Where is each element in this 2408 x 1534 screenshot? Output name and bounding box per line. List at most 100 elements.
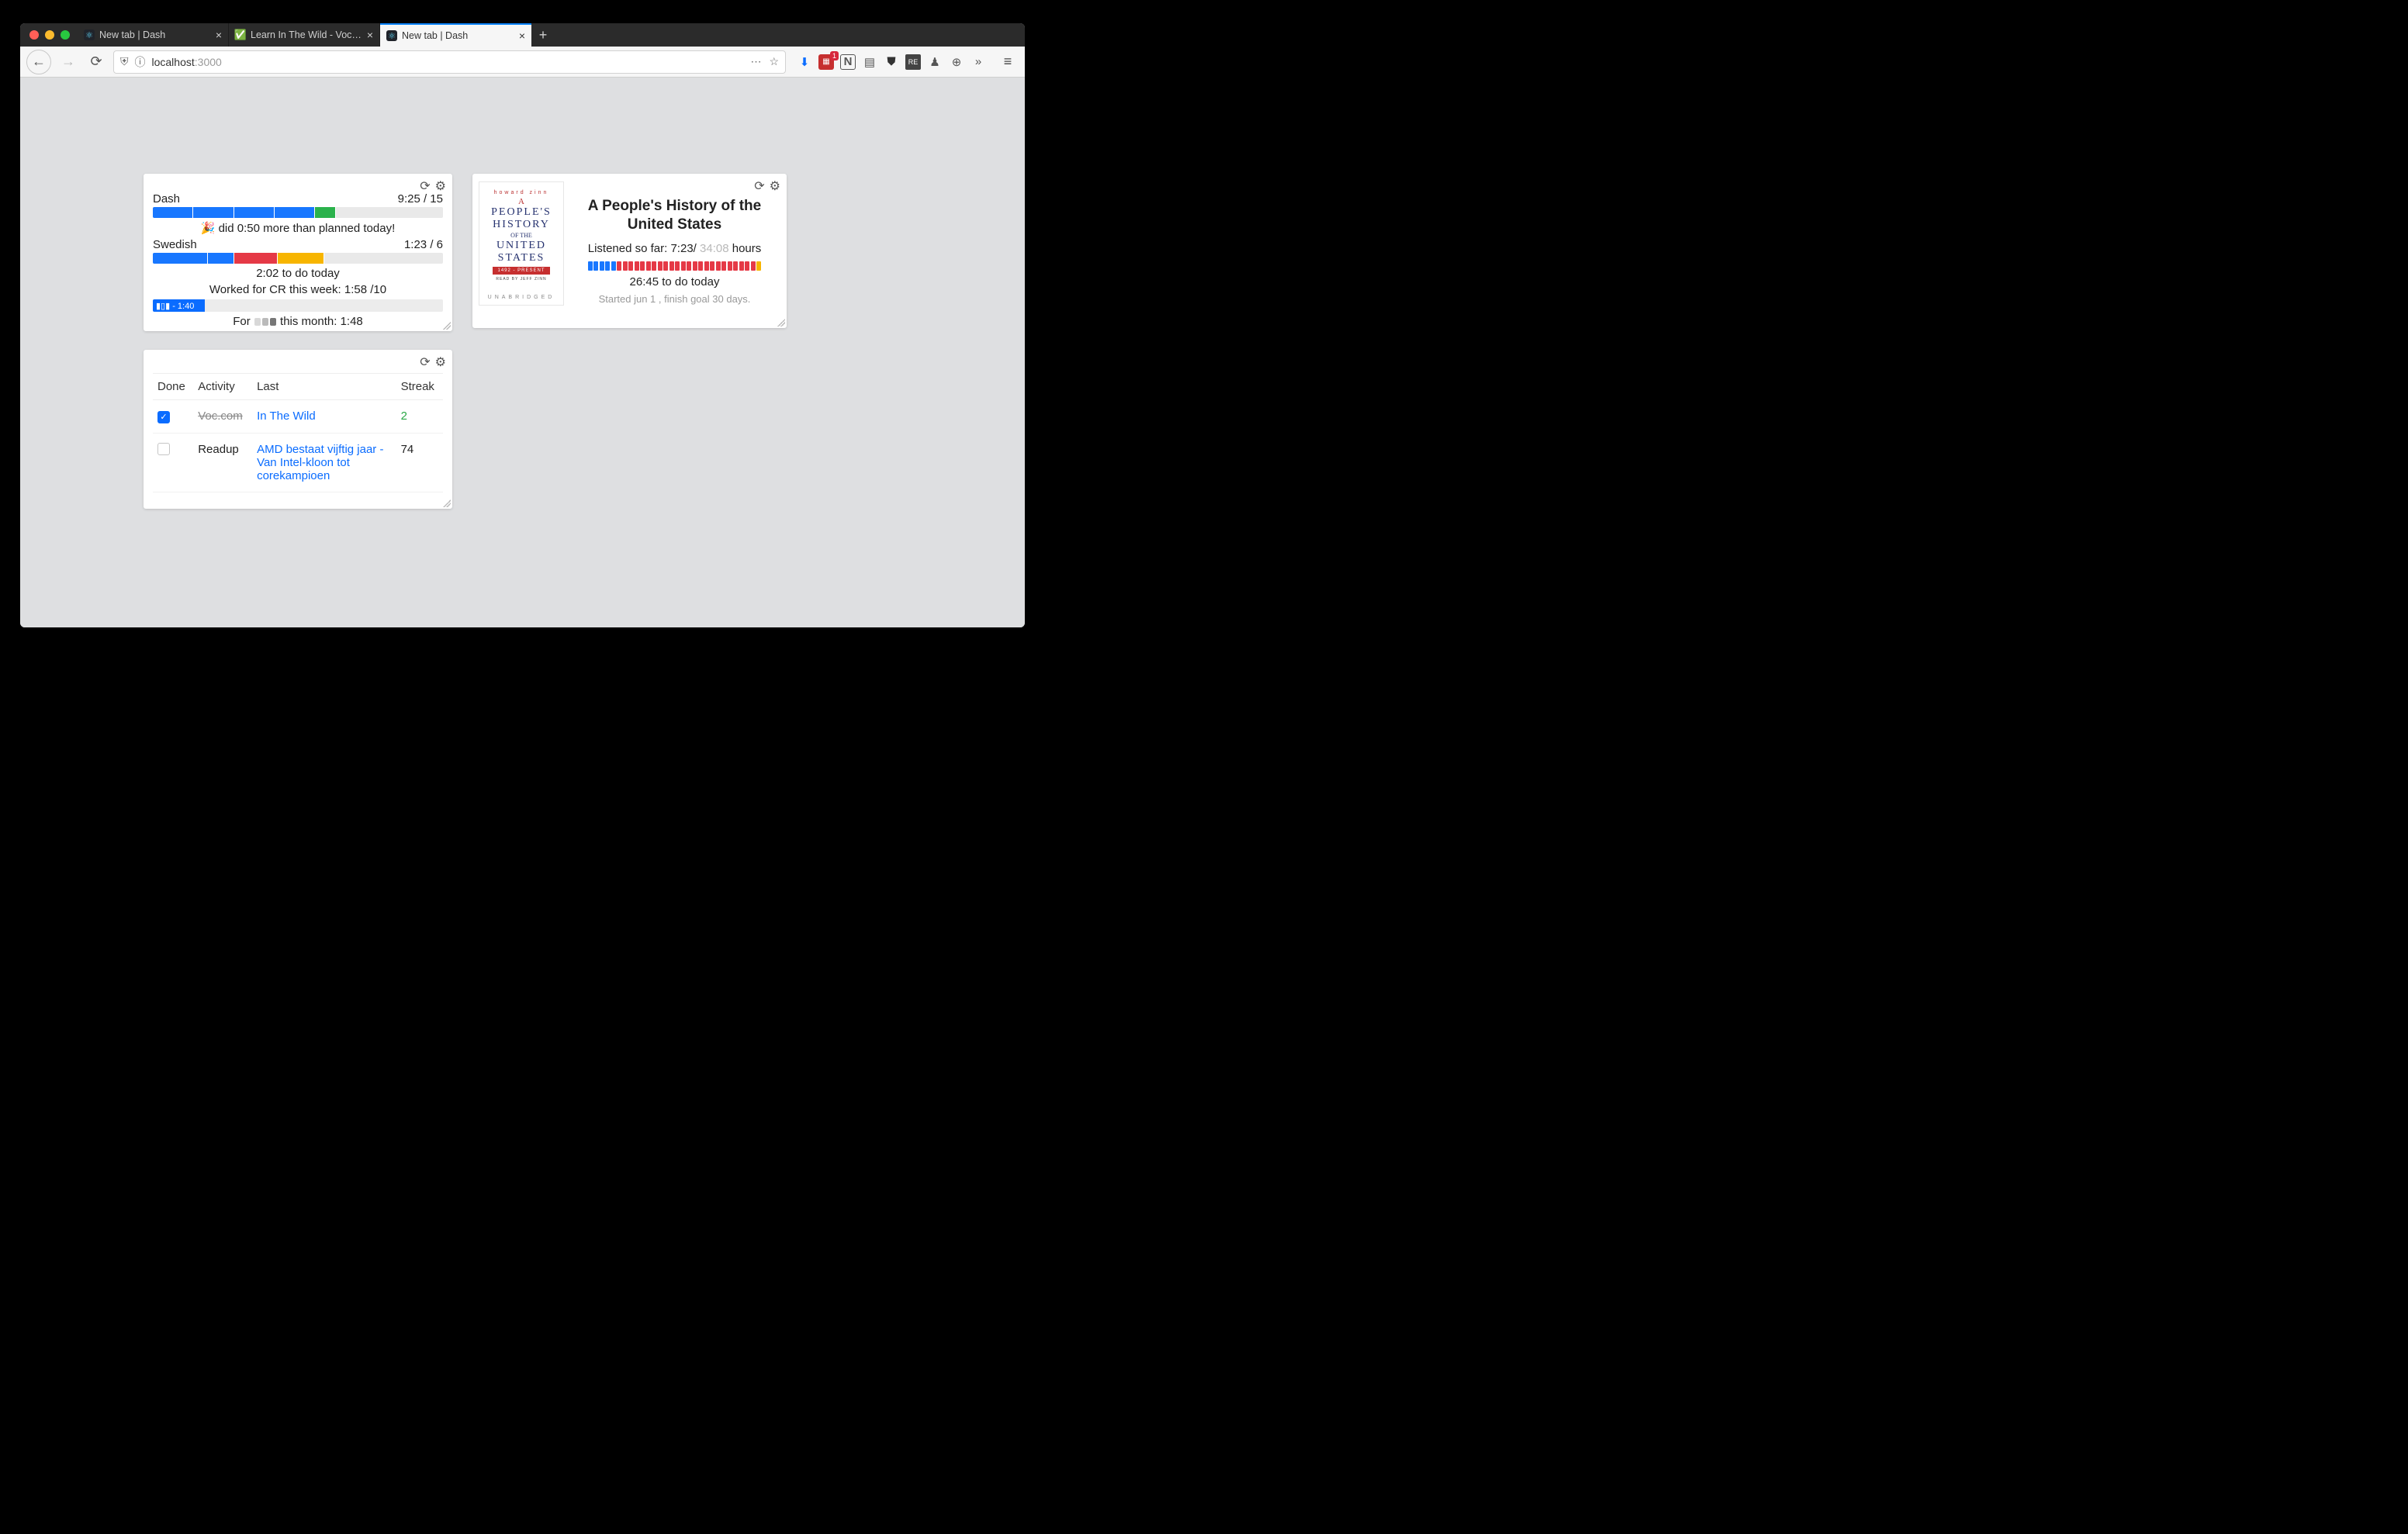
overflow-icon[interactable]: »: [970, 54, 986, 70]
reload-button[interactable]: ⟳: [85, 51, 107, 73]
listened-line: Listened so far: 7:23/ 34:08 hours: [572, 242, 777, 255]
last-cell: In The Wild: [252, 400, 396, 434]
book-title: A People's History of the United States: [572, 197, 777, 234]
progress-segment: [275, 207, 315, 218]
new-tab-button[interactable]: +: [531, 23, 555, 47]
last-link[interactable]: In The Wild: [257, 409, 316, 423]
refresh-icon[interactable]: ⟳: [420, 354, 430, 370]
ublock-icon[interactable]: ⛊: [884, 54, 899, 70]
audiobook-card: ⟳ ⚙ howard zinn A PEOPLE'S HISTORY OF TH…: [472, 174, 787, 328]
progress-segment: [278, 253, 324, 264]
info-icon: ⓘ: [135, 54, 146, 70]
book-todo: 26:45 to do today: [572, 275, 777, 288]
progress-segment: [716, 261, 721, 271]
resize-handle[interactable]: [443, 322, 451, 330]
tracker-value: 1:23 / 6: [404, 238, 443, 251]
tab-title: Learn In The Wild - Vocabulary: [251, 29, 362, 40]
tracker-row-header: Dash9:25 / 15: [153, 192, 443, 206]
week-progress-bar: ▮▯▮ - 1:40: [153, 299, 443, 312]
forward-button[interactable]: →: [57, 51, 79, 73]
col-last: Last: [252, 374, 396, 400]
gear-icon[interactable]: ⚙: [435, 354, 446, 370]
progress-segment: [704, 261, 709, 271]
refresh-icon[interactable]: ⟳: [420, 178, 430, 194]
browser-tab-3-active[interactable]: ⚛ New tab | Dash ×: [380, 23, 531, 47]
extension-icon[interactable]: ▦1: [818, 54, 834, 70]
extension-icon[interactable]: ▤: [862, 54, 877, 70]
tracker-label: Swedish: [153, 238, 197, 251]
notion-icon[interactable]: N: [840, 54, 856, 70]
streak-cell: 2: [396, 400, 443, 434]
col-activity: Activity: [193, 374, 252, 400]
last-link[interactable]: AMD bestaat vijftig jaar - Van Intel-klo…: [257, 443, 383, 482]
hamburger-menu-button[interactable]: ≡: [997, 54, 1019, 70]
progress-segment: [693, 261, 697, 271]
progress-segment: [745, 261, 749, 271]
tab-close-button[interactable]: ×: [216, 29, 222, 40]
done-checkbox[interactable]: ✓: [157, 411, 170, 423]
check-icon: ✅: [235, 29, 246, 40]
resize-handle[interactable]: [443, 499, 451, 507]
progress-segment: [728, 261, 732, 271]
gear-icon[interactable]: ⚙: [435, 178, 446, 194]
progress-segment: [588, 261, 593, 271]
progress-segment: [234, 207, 275, 218]
more-icon[interactable]: ⋯: [750, 55, 761, 68]
progress-segment: [646, 261, 651, 271]
address-bar-actions: ⋯ ☆: [750, 55, 779, 68]
address-bar[interactable]: ⛨ ⓘ localhost:3000 ⋯ ☆: [113, 50, 786, 74]
progress-segment: [681, 261, 686, 271]
week-progress-fill: ▮▯▮ - 1:40: [153, 299, 205, 312]
resize-handle[interactable]: [777, 319, 785, 326]
bookmark-star-icon[interactable]: ☆: [769, 55, 779, 68]
table-row: ✓ Voc.com In The Wild 2: [153, 400, 443, 434]
window-zoom-button[interactable]: [61, 30, 70, 40]
progress-segment: [675, 261, 680, 271]
tracker-progress-bar: [153, 207, 443, 218]
progress-segment: [208, 253, 234, 264]
activity-cell: Readup: [193, 433, 252, 492]
extension-icon[interactable]: RE: [905, 54, 921, 70]
tracker-progress-bar: [153, 253, 443, 264]
progress-segment: [710, 261, 714, 271]
progress-segment: [652, 261, 656, 271]
extension-icon[interactable]: ♟: [927, 54, 943, 70]
window-minimize-button[interactable]: [45, 30, 54, 40]
col-streak: Streak: [396, 374, 443, 400]
book-progress-segments: [572, 261, 777, 271]
browser-tab-1[interactable]: ⚛ New tab | Dash ×: [78, 23, 229, 47]
last-cell: AMD bestaat vijftig jaar - Van Intel-klo…: [252, 433, 396, 492]
downloads-icon[interactable]: ⬇: [797, 54, 812, 70]
browser-toolbar: ← → ⟳ ⛨ ⓘ localhost:3000 ⋯ ☆ ⬇ ▦1 N ▤ ⛊ …: [20, 47, 1025, 78]
progress-segment: [739, 261, 744, 271]
progress-segment: [234, 253, 278, 264]
progress-segment: [315, 207, 335, 218]
refresh-icon[interactable]: ⟳: [754, 178, 764, 194]
browser-tab-2[interactable]: ✅ Learn In The Wild - Vocabulary ×: [229, 23, 380, 47]
activity-cell: Voc.com: [193, 400, 252, 434]
progress-segment: [153, 253, 208, 264]
progress-segment: [193, 207, 234, 218]
progress-segment: [640, 261, 645, 271]
tab-close-button[interactable]: ×: [367, 29, 373, 40]
tracker-label: Dash: [153, 192, 180, 206]
url-text: localhost:3000: [152, 56, 222, 68]
window-close-button[interactable]: [29, 30, 39, 40]
progress-segment: [721, 261, 726, 271]
done-checkbox[interactable]: [157, 443, 170, 455]
col-done: Done: [153, 374, 193, 400]
react-icon: ⚛: [386, 30, 397, 41]
browser-window: ⚛ New tab | Dash × ✅ Learn In The Wild -…: [20, 23, 1025, 627]
window-controls: [26, 23, 78, 47]
back-button[interactable]: ←: [26, 50, 51, 74]
pocket-icon[interactable]: ⊕: [949, 54, 964, 70]
progress-segment: [593, 261, 598, 271]
extensions-row: ⬇ ▦1 N ▤ ⛊ RE ♟ ⊕ »: [792, 54, 991, 70]
gear-icon[interactable]: ⚙: [770, 178, 780, 194]
progress-segment: [663, 261, 668, 271]
progress-segment: [733, 261, 738, 271]
progress-segment: [628, 261, 633, 271]
tab-title: New tab | Dash: [402, 30, 514, 41]
tab-close-button[interactable]: ×: [519, 30, 525, 41]
progress-segment: [658, 261, 663, 271]
